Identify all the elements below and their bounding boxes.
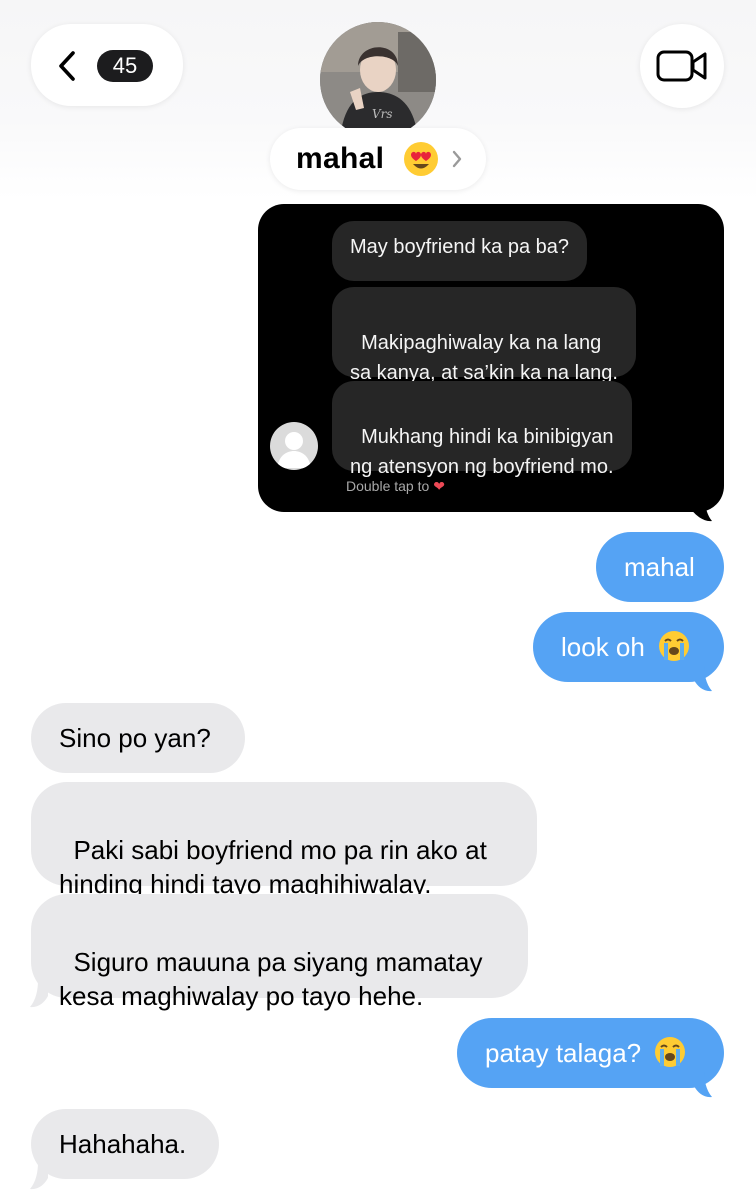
message-text: patay talaga?	[485, 1038, 642, 1068]
screenshot-message-text: Mukhang hindi ka binibigyan ng atensyon …	[350, 426, 614, 478]
chevron-right-icon	[452, 150, 462, 168]
loudly-crying-emoji-icon	[655, 1037, 686, 1067]
chevron-left-icon	[59, 51, 75, 81]
message-text: Siguro mauuna pa siyang mamatay kesa mag…	[59, 947, 483, 1011]
message-text: Sino po yan?	[59, 723, 211, 753]
screenshot-message-3: Mukhang hindi ka binibigyan ng atensyon …	[332, 381, 632, 478]
bubble-tail	[30, 1162, 48, 1190]
unread-count-badge: 45	[97, 50, 153, 82]
contact-name: mahal	[296, 142, 385, 175]
bubble-tail	[690, 490, 712, 522]
screenshot-message-text: May boyfriend ka pa ba?	[350, 236, 570, 258]
default-avatar-icon	[277, 432, 311, 468]
message-text: Hahahaha.	[59, 1129, 187, 1159]
double-tap-text: Double tap to	[346, 478, 430, 494]
screenshot-message-text: Makipaghiwalay ka na lang sa kanya, at s…	[350, 332, 618, 384]
message-text: look oh	[561, 632, 645, 662]
screenshot-message-2: Makipaghiwalay ka na lang sa kanya, at s…	[332, 287, 636, 384]
avatar-photo: Vrs	[320, 22, 436, 138]
received-message[interactable]: Hahahaha.	[31, 1109, 219, 1179]
loudly-crying-emoji-icon	[659, 631, 690, 661]
contact-name-button[interactable]: mahal	[270, 128, 486, 190]
bubble-tail	[694, 664, 712, 692]
video-camera-icon	[656, 50, 707, 82]
video-call-button[interactable]	[640, 24, 724, 108]
heart-eyes-emoji-icon	[404, 142, 438, 176]
svg-text:Vrs: Vrs	[372, 107, 393, 121]
back-button[interactable]: 45	[31, 24, 183, 106]
screenshot-sender-avatar	[270, 422, 318, 470]
bubble-tail	[694, 1070, 712, 1098]
contact-avatar[interactable]: Vrs	[320, 22, 436, 138]
sent-message[interactable]: patay talaga?	[457, 1018, 724, 1088]
sent-message[interactable]: mahal	[596, 532, 724, 602]
message-text: mahal	[624, 552, 695, 582]
message-text: Paki sabi boyfriend mo pa rin ako at hin…	[59, 835, 487, 899]
heart-icon: ❤	[433, 478, 445, 494]
received-message[interactable]: Siguro mauuna pa siyang mamatay kesa mag…	[31, 894, 528, 1011]
bubble-tail	[30, 980, 48, 1008]
received-message[interactable]: Sino po yan?	[31, 703, 245, 773]
screenshot-message-1: May boyfriend ka pa ba?	[332, 221, 588, 281]
received-message[interactable]: Paki sabi boyfriend mo pa rin ako at hin…	[31, 782, 537, 899]
double-tap-hint: Double tap to ❤	[346, 478, 445, 495]
